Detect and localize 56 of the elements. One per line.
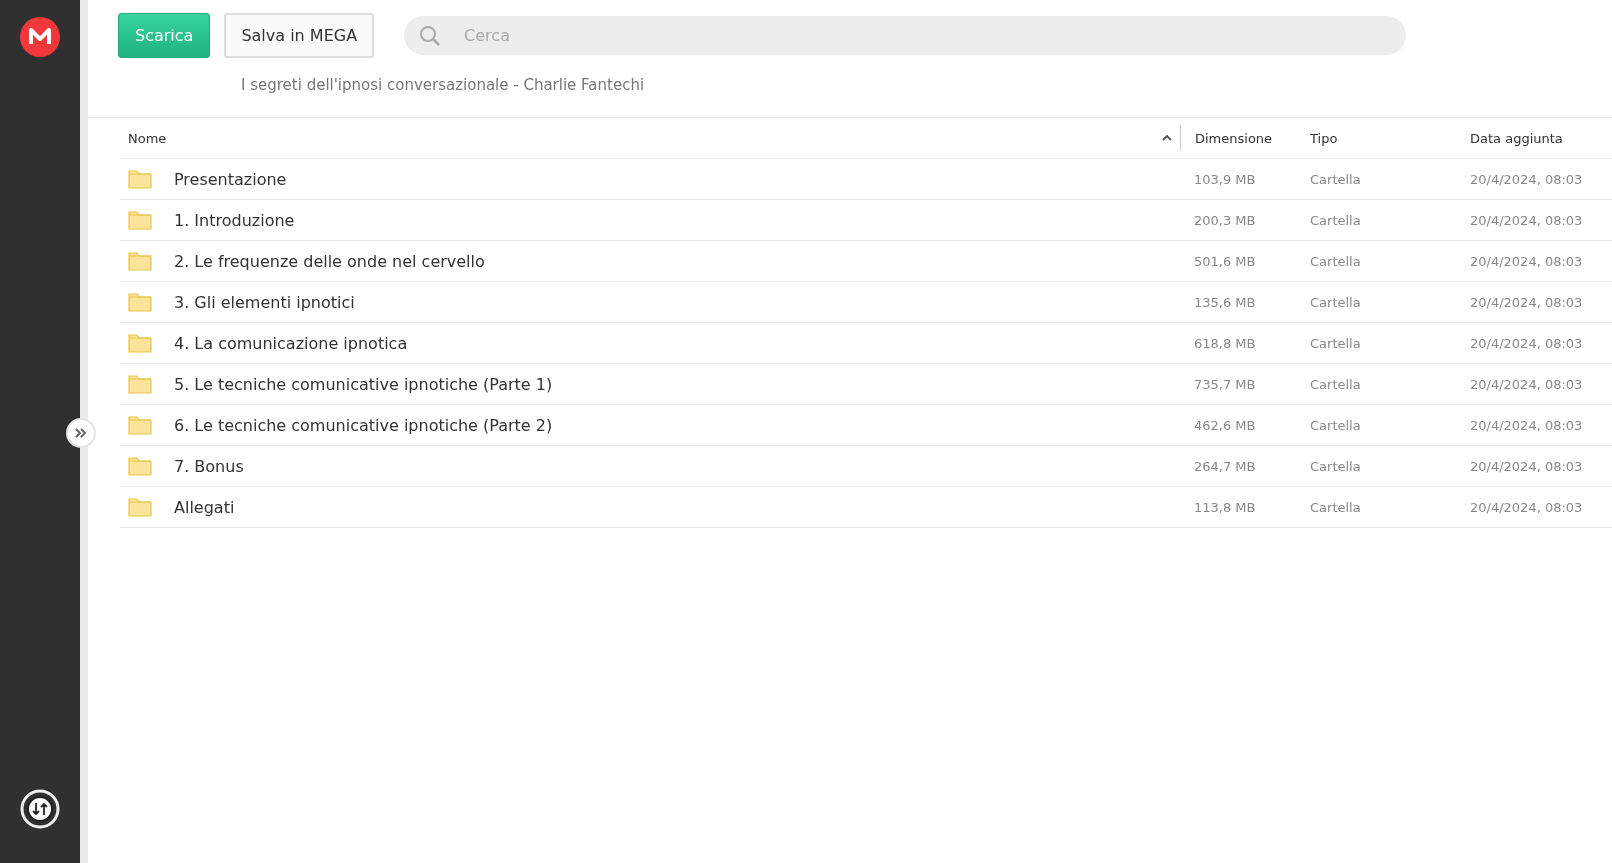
folder-name[interactable]: 2. Le frequenze delle onde nel cervello	[174, 251, 485, 271]
folder-size: 103,9 MB	[1194, 171, 1256, 187]
sort-caret-icon[interactable]	[1162, 135, 1172, 141]
date-added: 20/4/2024, 08:03	[1470, 212, 1583, 228]
folder-size: 264,7 MB	[1194, 458, 1256, 474]
date-added: 20/4/2024, 08:03	[1470, 458, 1583, 474]
folder-name[interactable]: Presentazione	[174, 169, 287, 189]
folder-icon	[128, 292, 152, 312]
folder-icon	[128, 374, 152, 394]
folder-name[interactable]: 4. La comunicazione ipnotica	[174, 333, 408, 353]
folder-name[interactable]: 1. Introduzione	[174, 210, 295, 230]
folder-name[interactable]: 5. Le tecniche comunicative ipnotiche (Parte 1)	[174, 374, 553, 394]
column-header[interactable]: Dimensione	[1195, 130, 1273, 146]
folder-size: 462,6 MB	[1194, 417, 1256, 433]
item-type: Cartella	[1310, 335, 1361, 351]
folder-size: 501,6 MB	[1194, 253, 1256, 269]
item-type: Cartella	[1310, 499, 1361, 515]
item-type: Cartella	[1310, 253, 1361, 269]
folder-icon	[128, 456, 152, 476]
folder-size: 200,3 MB	[1194, 212, 1256, 228]
date-added: 20/4/2024, 08:03	[1470, 335, 1583, 351]
item-type: Cartella	[1310, 458, 1361, 474]
item-type: Cartella	[1310, 294, 1361, 310]
item-type: Cartella	[1310, 171, 1361, 187]
folder-name[interactable]: 6. Le tecniche comunicative ipnotiche (Parte 2)	[174, 415, 553, 435]
expand-sidebar-button[interactable]	[66, 418, 96, 448]
date-added: 20/4/2024, 08:03	[1470, 417, 1583, 433]
folder-size: 618,8 MB	[1194, 335, 1256, 351]
search-field[interactable]: Cerca	[404, 16, 1407, 55]
column-header[interactable]: Data aggiunta	[1470, 130, 1563, 146]
folder-icon	[128, 169, 152, 189]
date-added: 20/4/2024, 08:03	[1470, 499, 1583, 515]
item-type: Cartella	[1310, 376, 1361, 392]
folder-name[interactable]: Allegati	[174, 497, 235, 517]
folder-size: 135,6 MB	[1194, 294, 1256, 310]
folder-size: 735,7 MB	[1194, 376, 1256, 392]
folder-icon	[128, 415, 152, 435]
date-added: 20/4/2024, 08:03	[1470, 171, 1583, 187]
column-header[interactable]: Tipo	[1310, 130, 1338, 146]
folder-icon	[128, 251, 152, 271]
date-added: 20/4/2024, 08:03	[1470, 376, 1583, 392]
logo-icon[interactable]	[20, 17, 60, 57]
folder-name[interactable]: 3. Gli elementi ipnotici	[174, 292, 355, 312]
save-to-mega-button[interactable]: Salva in MEGA	[224, 13, 375, 58]
folder-icon	[128, 497, 152, 517]
folder-name[interactable]: 7. Bonus	[174, 456, 244, 476]
item-type: Cartella	[1310, 417, 1361, 433]
date-added: 20/4/2024, 08:03	[1470, 294, 1583, 310]
date-added: 20/4/2024, 08:03	[1470, 253, 1583, 269]
folder-title: I segreti dell'ipnosi conversazionale - Charlie Fantechi	[241, 76, 645, 94]
item-type: Cartella	[1310, 212, 1361, 228]
folder-icon	[128, 210, 152, 230]
transfer-icon[interactable]	[20, 789, 60, 829]
folder-icon	[128, 333, 152, 353]
column-header[interactable]: Nome	[128, 130, 167, 146]
folder-size: 113,8 MB	[1194, 499, 1256, 515]
